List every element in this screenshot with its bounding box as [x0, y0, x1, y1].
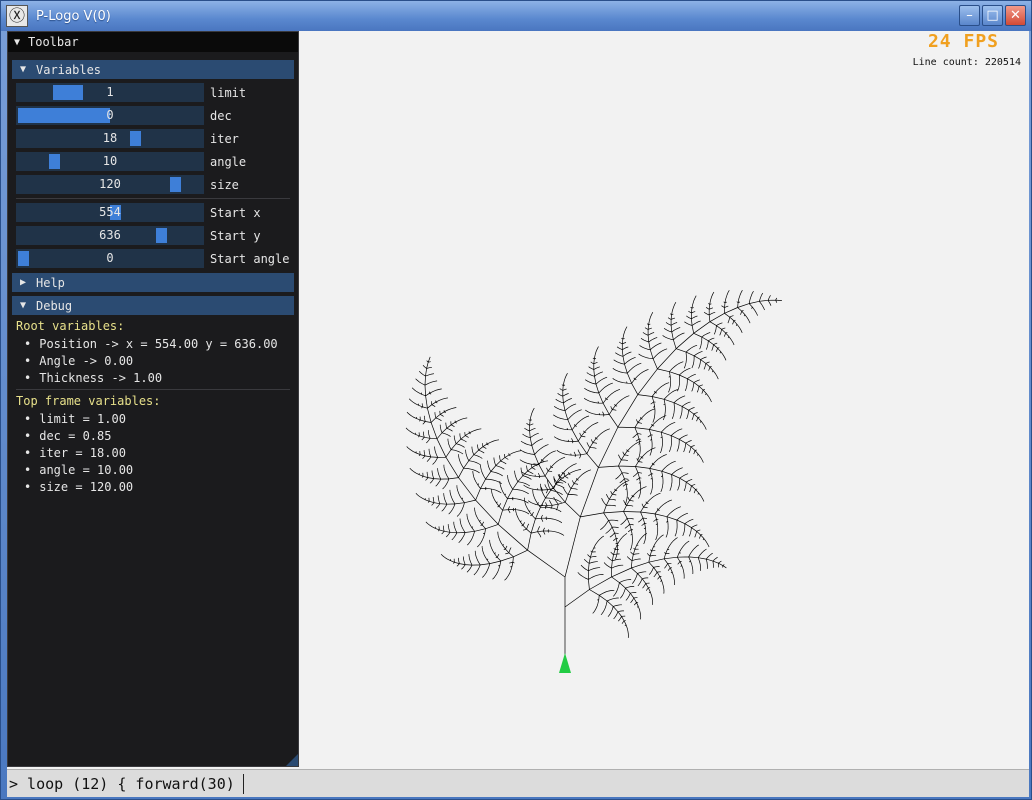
- slider-row-size: 120 size: [16, 173, 298, 196]
- slider-label: angle: [210, 154, 247, 169]
- app-window: Ⓧ P-Logo V(0) – □ ✕ ▼ Toolbar ▼ Variable…: [0, 0, 1032, 800]
- slider-label: Start angle: [210, 251, 290, 266]
- slider-value: 0: [106, 251, 114, 265]
- toolbar-panel: ▼ Toolbar ▼ Variables 1 limit 0 dec 18 iter 10…: [7, 31, 299, 767]
- slider-label: size: [210, 177, 239, 192]
- help-title: Help: [36, 275, 65, 290]
- x-logo-icon: Ⓧ: [6, 5, 28, 27]
- slider-value: 18: [102, 131, 118, 145]
- command-console[interactable]: > loop (12) { forward(30): [7, 769, 1029, 797]
- slider-row-dec: 0 dec: [16, 104, 298, 127]
- slider-angle[interactable]: 10: [16, 152, 204, 171]
- toolbar-title: Toolbar: [28, 35, 79, 49]
- slider-start-y[interactable]: 636: [16, 226, 204, 245]
- debug-header[interactable]: ▼ Debug: [12, 296, 294, 315]
- debug-title: Debug: [36, 298, 73, 313]
- slider-dec[interactable]: 0: [16, 106, 204, 125]
- start-sliders: 554 Start x 636 Start y 0 Start angle: [8, 201, 298, 270]
- slider-row-start-angle: 0 Start angle: [16, 247, 298, 270]
- list-item: size = 120.00: [24, 479, 298, 496]
- separator: [16, 198, 290, 199]
- window-title: P-Logo V(0): [36, 8, 111, 24]
- separator: [16, 389, 290, 390]
- title-bar[interactable]: Ⓧ P-Logo V(0) – □ ✕: [1, 1, 1031, 31]
- slider-size[interactable]: 120: [16, 175, 204, 194]
- help-header[interactable]: ▶ Help: [12, 273, 294, 292]
- list-item: Angle -> 0.00: [24, 353, 298, 370]
- turtle-icon: [559, 653, 571, 673]
- top-frame-title: Top frame variables:: [16, 394, 161, 408]
- slider-row-iter: 18 iter: [16, 127, 298, 150]
- list-item: angle = 10.00: [24, 462, 298, 479]
- slider-start-angle[interactable]: 0: [16, 249, 204, 268]
- triangle-down-icon: ▼: [20, 64, 27, 75]
- root-variables-title: Root variables:: [16, 319, 125, 333]
- maximize-icon[interactable]: □: [982, 5, 1003, 26]
- slider-label: limit: [210, 85, 247, 100]
- triangle-right-icon: ▶: [20, 277, 27, 288]
- text-cursor: [242, 773, 244, 794]
- variables-title: Variables: [36, 62, 102, 77]
- slider-row-start-x: 554 Start x: [16, 201, 298, 224]
- drawing-canvas[interactable]: 24 FPS Line count: 220514: [299, 31, 1029, 767]
- slider-value: 1: [106, 85, 114, 99]
- slider-limit[interactable]: 1: [16, 83, 204, 102]
- variables-header[interactable]: ▼ Variables: [12, 60, 294, 79]
- list-item: iter = 18.00: [24, 445, 298, 462]
- resize-grip[interactable]: [286, 754, 298, 766]
- slider-row-angle: 10 angle: [16, 150, 298, 173]
- slider-value: 10: [102, 154, 118, 168]
- slider-value: 120: [99, 177, 121, 191]
- fern-drawing: [405, 290, 782, 673]
- slider-label: dec: [210, 108, 232, 123]
- slider-value: 0: [106, 108, 114, 122]
- slider-row-start-y: 636 Start y: [16, 224, 298, 247]
- client-area: ▼ Toolbar ▼ Variables 1 limit 0 dec 18 iter 10…: [7, 31, 1029, 769]
- slider-label: Start y: [210, 228, 261, 243]
- list-item: Position -> x = 554.00 y = 636.00: [24, 336, 298, 353]
- slider-label: Start x: [210, 205, 261, 220]
- console-input[interactable]: > loop (12) { forward(30): [9, 775, 235, 793]
- list-item: dec = 0.85: [24, 428, 298, 445]
- fern-path: [405, 290, 782, 667]
- slider-start-x[interactable]: 554: [16, 203, 204, 222]
- slider-value: 554: [99, 205, 121, 219]
- minimize-icon[interactable]: –: [959, 5, 980, 26]
- slider-label: iter: [210, 131, 239, 146]
- list-item: Thickness -> 1.00: [24, 370, 298, 387]
- toolbar-header[interactable]: ▼ Toolbar: [8, 32, 298, 52]
- slider-value: 636: [99, 228, 121, 242]
- close-icon[interactable]: ✕: [1005, 5, 1026, 26]
- slider-row-limit: 1 limit: [16, 81, 298, 104]
- slider-iter[interactable]: 18: [16, 129, 204, 148]
- triangle-down-icon: ▼: [14, 36, 21, 48]
- list-item: limit = 1.00: [24, 411, 298, 428]
- triangle-down-icon: ▼: [20, 300, 27, 311]
- variable-sliders: 1 limit 0 dec 18 iter 10 angle 120 size: [8, 81, 298, 196]
